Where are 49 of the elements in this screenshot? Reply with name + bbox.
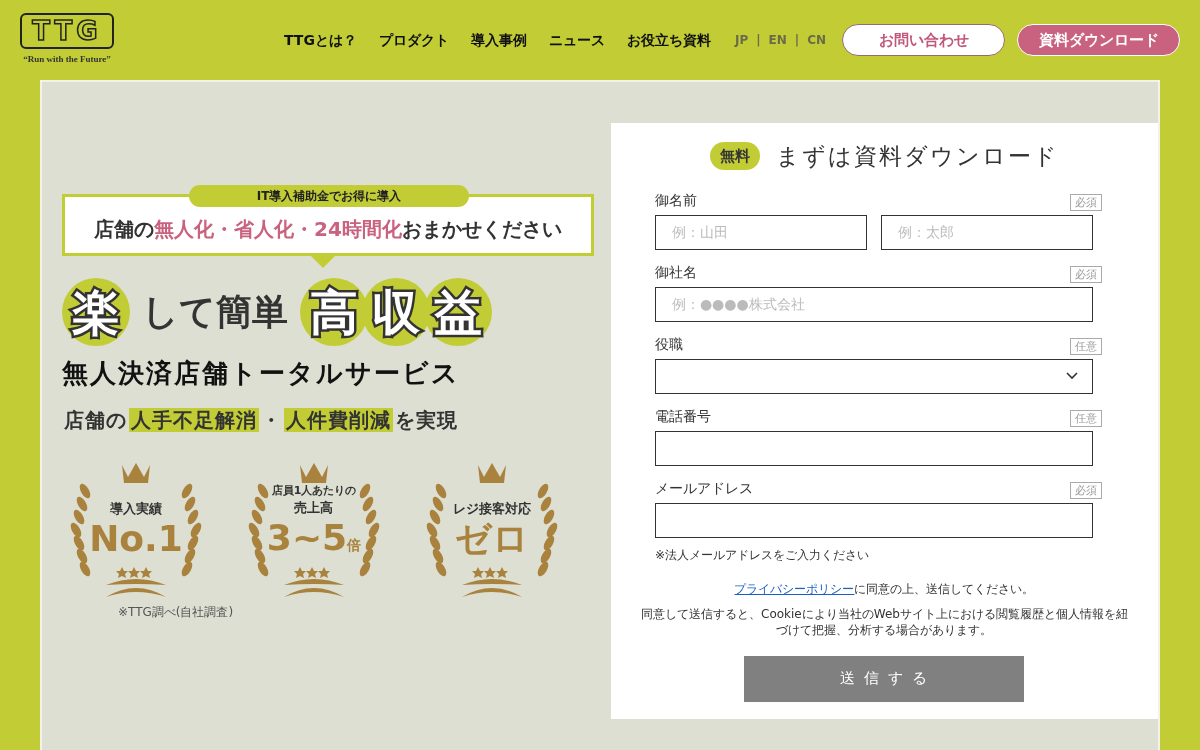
input-field[interactable]: 例：山田 (654, 214, 867, 250)
privacy-policy-link[interactable]: プライバシーポリシー (734, 581, 855, 596)
benefit-text: 店舗の 人手不足解消 ・ 人件費削減 を実現 (63, 407, 459, 434)
award-value: No.1 (89, 520, 183, 557)
nav-link[interactable]: プロダクト (378, 29, 449, 51)
field-label: メールアドレス (654, 478, 753, 498)
language-separator: | (756, 32, 761, 49)
cookie-notice: 同意して送信すると、Cookieにより当社のWebサイト上における閲覧履歴と個人情報を紐づけて把握、分析する場合があります。 (640, 605, 1128, 638)
award-label: 導入実績 (110, 500, 162, 518)
award-caption: 店員1人あたりの (271, 485, 357, 496)
field-note: ※法人メールアドレスをご入力ください (654, 546, 870, 564)
award-value: ゼロ (455, 520, 529, 557)
privacy-text: プライバシーポリシーに同意の上、送信してください。 (733, 580, 1036, 598)
headline: 楽 して簡単 高収益 (62, 278, 611, 346)
contact-button[interactable]: お問い合わせ (842, 24, 1005, 56)
requirement-tag: 任意 (1070, 409, 1102, 427)
logo-tagline: “Run with the Future” (23, 53, 111, 67)
callout-text: 店舗の無人化・省人化・24時間化おまかせください (94, 216, 562, 243)
free-badge: 無料 (709, 142, 760, 171)
input-field[interactable]: 例：太郎 (880, 214, 1093, 250)
subsidy-tag: IT導入補助金でお得に導入 (189, 185, 469, 207)
award-value: 3~5倍 (266, 519, 362, 556)
requirement-tag: 任意 (1070, 337, 1102, 355)
input-field[interactable]: 例：●●●●株式会社 (654, 286, 1093, 322)
requirement-tag: 必須 (1070, 193, 1102, 211)
field-label: 役職 (654, 334, 683, 354)
nav-link[interactable]: TTGとは？ (284, 29, 357, 51)
form-title: まずは資料ダウンロード (775, 142, 1059, 171)
submit-button[interactable]: 送 信 す る (744, 655, 1025, 702)
field-label: 電話番号 (654, 406, 711, 426)
nav-link[interactable]: ニュース (548, 29, 605, 51)
download-button[interactable]: 資料ダウンロード (1017, 24, 1180, 56)
field-label: 御社名 (654, 262, 697, 282)
footnote: ※TTG調べ(自社調査) (118, 604, 235, 621)
select-field[interactable] (654, 358, 1093, 394)
award-label: 売上高 (294, 499, 334, 517)
chevron-down-icon (1065, 372, 1078, 380)
requirement-tag: 必須 (1070, 481, 1102, 499)
logo-text: TTG (20, 13, 114, 50)
nav-link[interactable]: お役立ち資料 (626, 29, 711, 51)
language-separator: | (794, 32, 800, 49)
callout-pointer (311, 256, 335, 268)
award-label: レジ接客対応 (453, 500, 531, 518)
service-subtitle: 無人決済店舗トータルサービス (62, 357, 461, 390)
field-label: 御名前 (654, 190, 697, 210)
input-field[interactable] (654, 430, 1093, 466)
requirement-tag: 必須 (1070, 265, 1102, 283)
input-field[interactable] (654, 502, 1093, 538)
nav-link[interactable]: 導入事例 (470, 29, 527, 51)
